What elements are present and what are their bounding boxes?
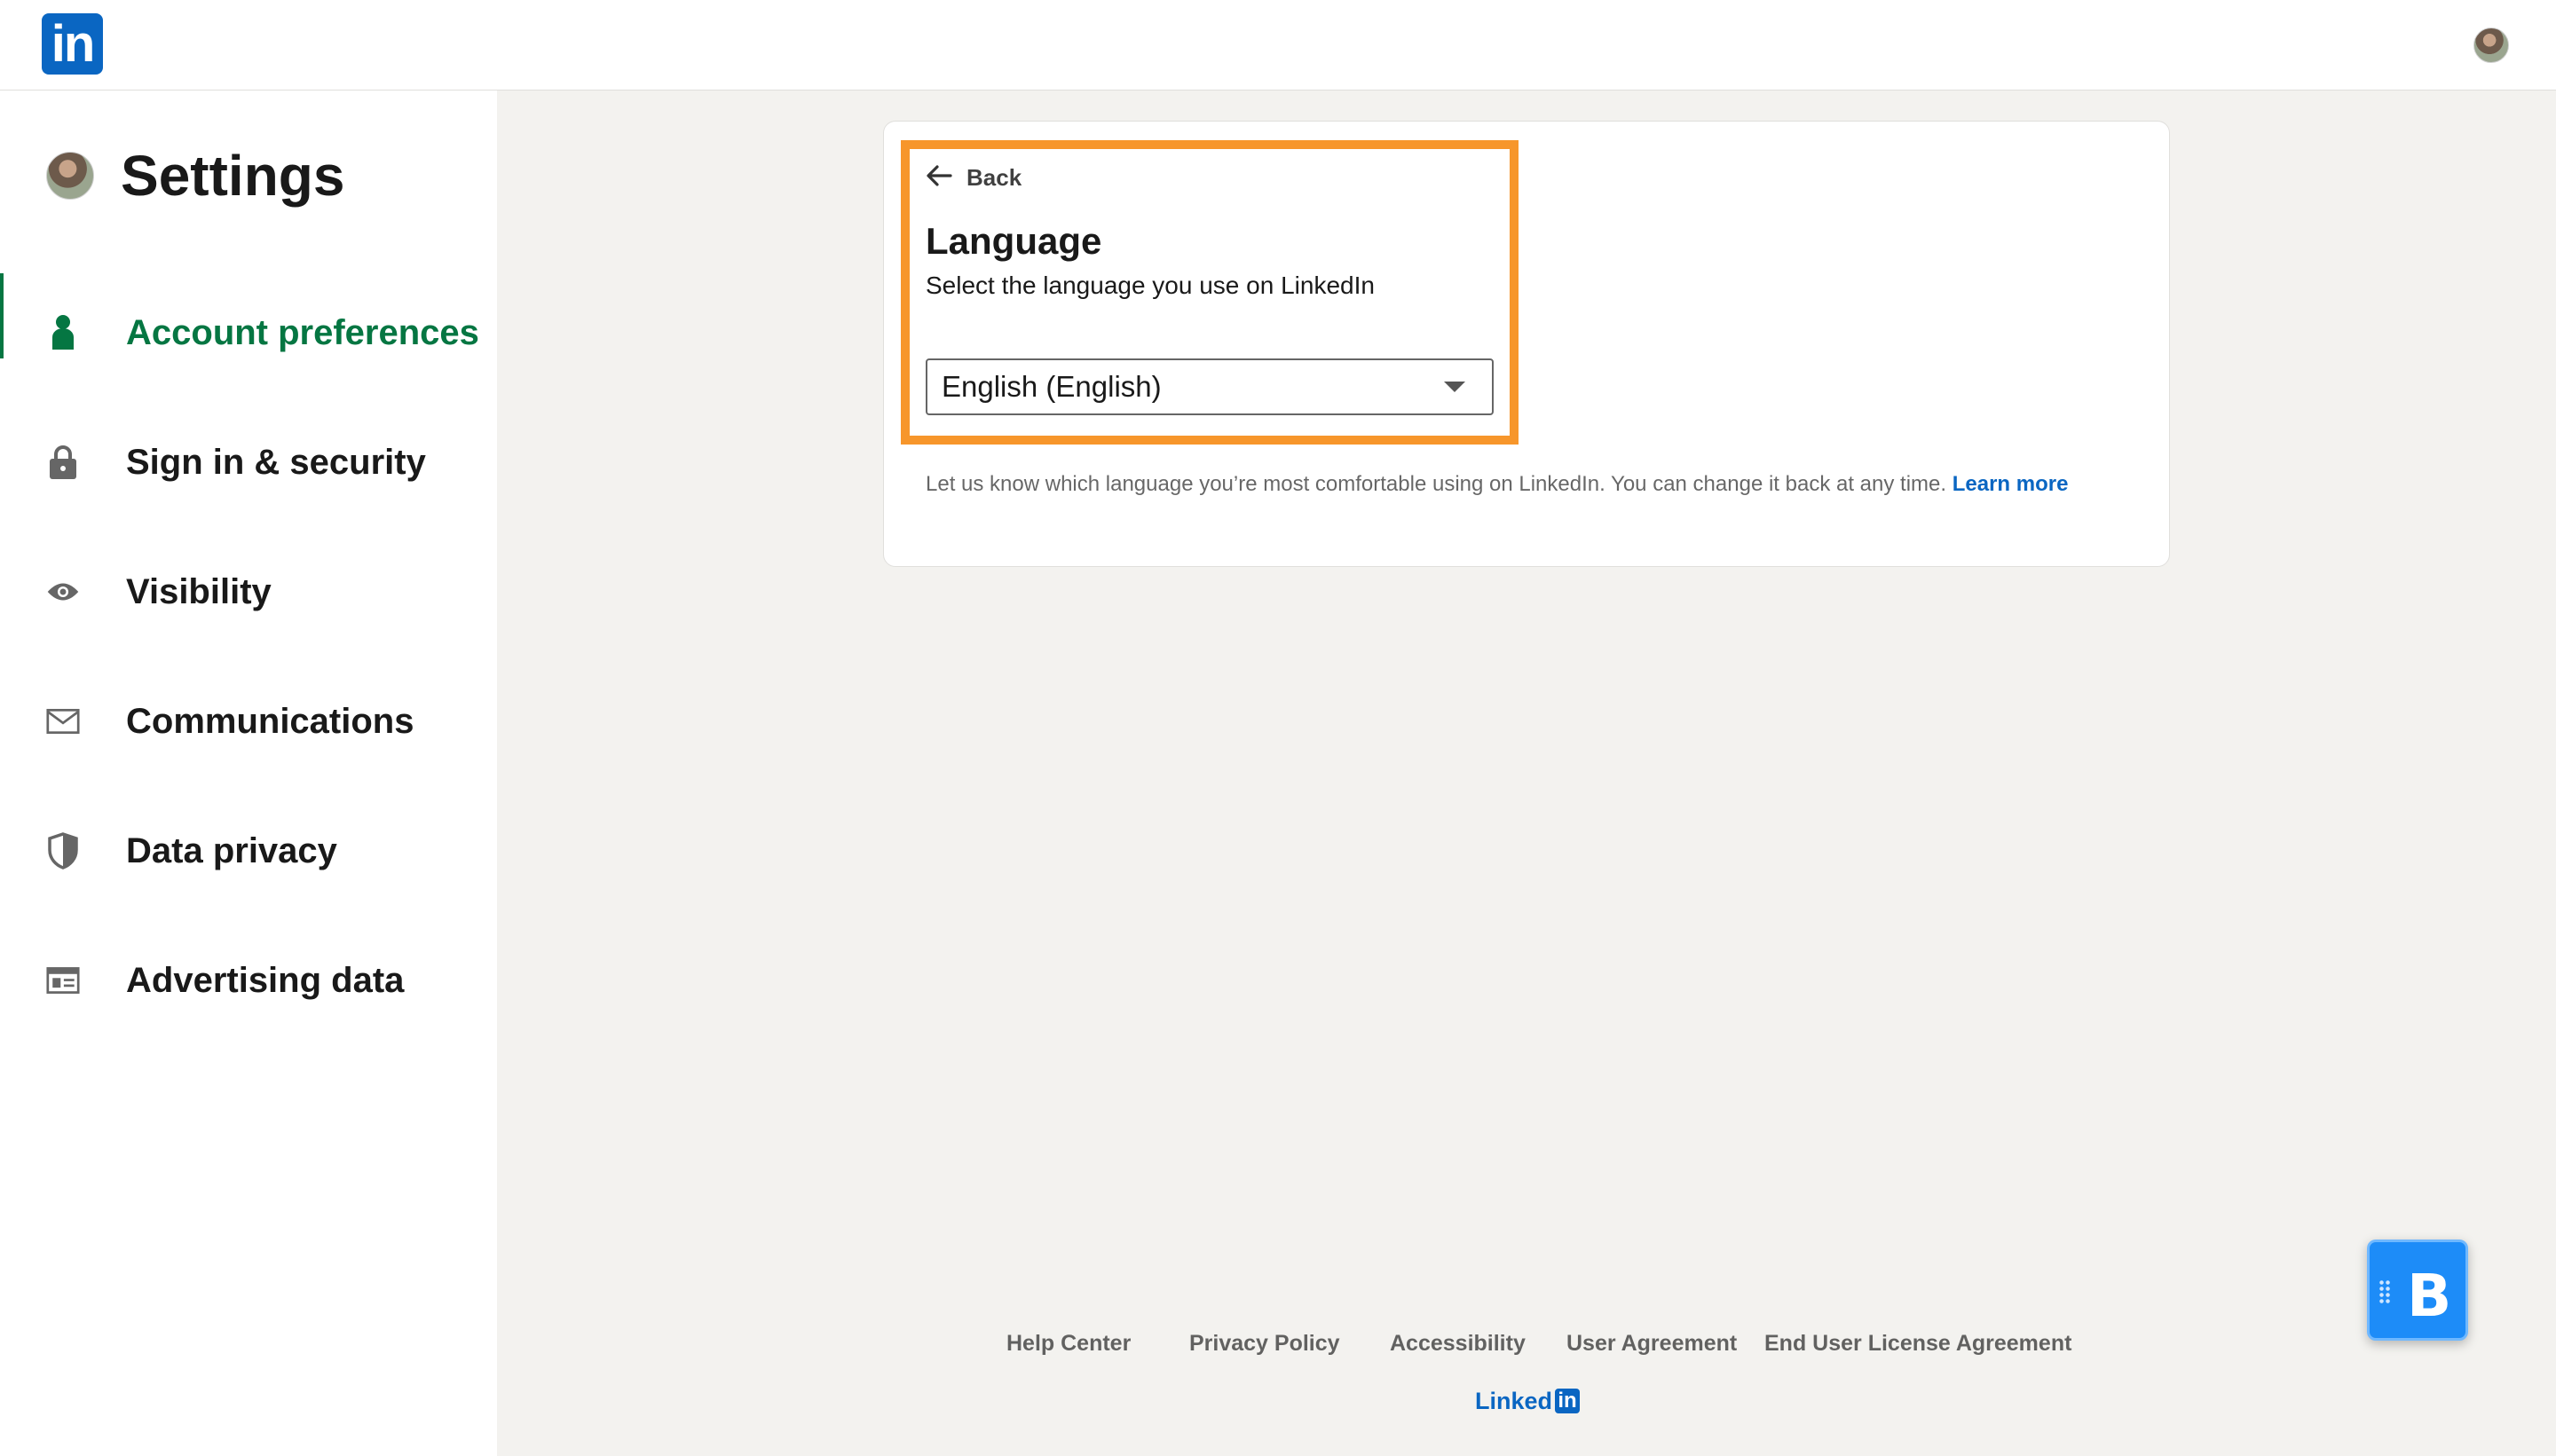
language-select-value: English (English) (942, 370, 1162, 403)
page-title: Language (926, 220, 1102, 262)
settings-avatar (46, 152, 94, 200)
person-icon (46, 315, 80, 350)
sidebar-item-account-preferences[interactable]: Account preferences (0, 268, 497, 397)
shield-icon (46, 832, 80, 870)
sidebar-item-label: Advertising data (126, 960, 405, 1000)
footer-linkedin-logo: Linked in (1475, 1386, 1581, 1416)
sidebar-item-label: Sign in & security (126, 442, 426, 482)
footer-link-eula[interactable]: End User License Agreement (1764, 1331, 2071, 1357)
sidebar-item-label: Communications (126, 701, 414, 741)
footer-link-user-agreement[interactable]: User Agreement (1566, 1331, 1737, 1357)
settings-title: Settings (121, 144, 345, 208)
extension-b-icon: B (2407, 1262, 2452, 1330)
page-subtitle: Select the language you use on LinkedIn (926, 272, 1375, 299)
back-button[interactable]: Back (926, 161, 1022, 193)
caret-down-icon (1444, 382, 1465, 392)
helper-description: Let us know which language you’re most c… (926, 472, 1947, 496)
sidebar-item-label: Visibility (126, 571, 272, 611)
helper-text: Let us know which language you’re most c… (926, 470, 2150, 498)
ad-icon (46, 964, 80, 997)
profile-avatar[interactable] (2473, 28, 2509, 63)
linkedin-logo-icon[interactable]: in (42, 13, 103, 75)
footer-brand-text: Linked (1475, 1387, 1553, 1414)
sidebar-item-data-privacy[interactable]: Data privacy (0, 786, 497, 916)
lock-icon (46, 445, 80, 479)
back-label: Back (966, 163, 1022, 191)
sidebar-item-visibility[interactable]: Visibility (0, 527, 497, 657)
top-bar: in (0, 0, 2556, 91)
sidebar-item-communications[interactable]: Communications (0, 657, 497, 786)
sidebar-item-label: Data privacy (126, 830, 337, 870)
linkedin-in-icon: in (1555, 1389, 1581, 1413)
envelope-icon (46, 704, 80, 738)
drag-handle-icon[interactable] (2378, 1279, 2391, 1304)
language-select[interactable]: English (English) (926, 358, 1494, 415)
learn-more-link[interactable]: Learn more (1952, 472, 2069, 496)
arrow-left-icon (926, 164, 952, 192)
eye-icon (46, 575, 80, 609)
floating-extension-button[interactable]: B (2367, 1240, 2468, 1341)
settings-sidebar: Settings Account preferences Sign in & s… (0, 91, 497, 1456)
footer: Help Center Privacy Policy Accessibility… (976, 1331, 2112, 1366)
sidebar-item-sign-in-security[interactable]: Sign in & security (0, 397, 497, 527)
settings-nav: Account preferences Sign in & security V… (0, 268, 497, 1045)
footer-link-accessibility[interactable]: Accessibility (1390, 1331, 1526, 1357)
sidebar-item-advertising-data[interactable]: Advertising data (0, 916, 497, 1045)
footer-link-help-center[interactable]: Help Center (1006, 1331, 1131, 1357)
sidebar-item-label: Account preferences (126, 312, 479, 352)
settings-header: Settings (46, 140, 344, 211)
footer-link-privacy-policy[interactable]: Privacy Policy (1189, 1331, 1340, 1357)
